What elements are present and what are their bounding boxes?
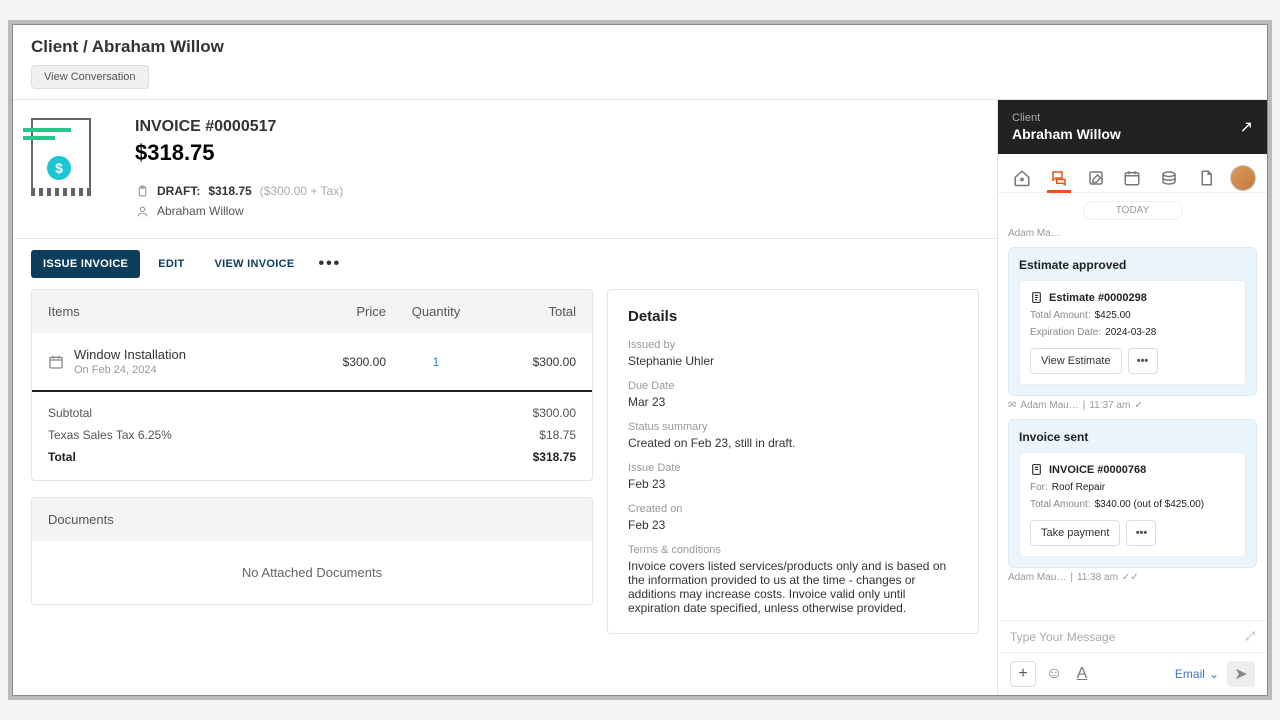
tab-home[interactable] bbox=[1008, 164, 1036, 192]
channel-select[interactable]: Email ⌄ bbox=[1175, 667, 1219, 681]
avatar bbox=[1230, 165, 1256, 191]
estimate-more-button[interactable]: ••• bbox=[1128, 348, 1158, 374]
take-payment-button[interactable]: Take payment bbox=[1030, 520, 1120, 546]
tab-avatar[interactable] bbox=[1229, 164, 1257, 192]
emoji-icon[interactable]: ☺ bbox=[1044, 665, 1064, 683]
details-title: Details bbox=[628, 308, 958, 325]
documents-empty: No Attached Documents bbox=[32, 541, 592, 604]
send-button[interactable]: ➤ bbox=[1227, 661, 1255, 687]
invoice-client-name: Abraham Willow bbox=[157, 204, 244, 218]
invoice-number: INVOICE #0000517 bbox=[135, 118, 343, 136]
invoice-icon: $ bbox=[31, 118, 103, 202]
double-check-icon: ✓✓ bbox=[1122, 572, 1139, 583]
view-conversation-button[interactable]: View Conversation bbox=[31, 65, 149, 89]
breadcrumb: Client / Abraham Willow bbox=[31, 37, 1249, 57]
check-icon: ✓ bbox=[1134, 400, 1142, 411]
invoice-status: DRAFT: bbox=[157, 184, 200, 198]
table-row[interactable]: Window Installation On Feb 24, 2024 $300… bbox=[32, 333, 592, 392]
document-icon bbox=[1030, 291, 1043, 304]
total-label: Total bbox=[48, 450, 76, 464]
invoice-amount: $318.75 bbox=[135, 140, 343, 166]
person-icon bbox=[135, 204, 149, 218]
format-icon[interactable]: A bbox=[1072, 665, 1092, 683]
item-price: $300.00 bbox=[296, 355, 386, 369]
calendar-icon bbox=[48, 354, 74, 370]
expand-icon[interactable]: ↗ bbox=[1240, 117, 1253, 137]
issue-invoice-button[interactable]: ISSUE INVOICE bbox=[31, 250, 140, 278]
more-actions-button[interactable]: ••• bbox=[312, 249, 347, 279]
estimate-number: Estimate #0000298 bbox=[1049, 292, 1147, 304]
chevron-down-icon: ⌄ bbox=[1209, 667, 1219, 681]
tab-chat[interactable] bbox=[1045, 164, 1073, 192]
edit-button[interactable]: EDIT bbox=[146, 250, 196, 278]
item-total: $300.00 bbox=[486, 355, 576, 369]
item-name: Window Installation bbox=[74, 347, 296, 362]
side-invoice-number: INVOICE #0000768 bbox=[1049, 464, 1146, 476]
today-pill: TODAY bbox=[1083, 201, 1183, 220]
invoice-card: Invoice sent INVOICE #0000768 For:Roof R… bbox=[1008, 419, 1257, 568]
total-value: $318.75 bbox=[533, 450, 576, 464]
document-icon bbox=[1030, 463, 1043, 476]
view-invoice-button[interactable]: VIEW INVOICE bbox=[202, 250, 306, 278]
tab-files[interactable] bbox=[1192, 164, 1220, 192]
item-date: On Feb 24, 2024 bbox=[74, 364, 296, 376]
side-panel-label: Client bbox=[1012, 112, 1121, 124]
message-input[interactable]: Type Your Message bbox=[1010, 630, 1115, 644]
tab-calendar[interactable] bbox=[1118, 164, 1146, 192]
clipboard-icon bbox=[135, 184, 149, 198]
expand-compose-icon[interactable]: ⤢ bbox=[1245, 629, 1255, 644]
tab-payments[interactable] bbox=[1155, 164, 1183, 192]
tab-notes[interactable] bbox=[1082, 164, 1110, 192]
email-icon: ✉ bbox=[1008, 400, 1016, 411]
items-table-header: Items Price Quantity Total bbox=[32, 290, 592, 333]
documents-header: Documents bbox=[32, 498, 592, 541]
details-panel: Details Issued by Stephanie Uhler Due Da… bbox=[607, 289, 979, 634]
conversation-panel: Client Abraham Willow ↗ TODAY Adam Ma… E… bbox=[997, 100, 1267, 695]
side-panel-client-name: Abraham Willow bbox=[1012, 126, 1121, 142]
item-qty[interactable]: 1 bbox=[386, 355, 486, 369]
estimate-card: Estimate approved Estimate #0000298 Tota… bbox=[1008, 247, 1257, 396]
view-estimate-button[interactable]: View Estimate bbox=[1030, 348, 1122, 374]
invoice-more-button[interactable]: ••• bbox=[1126, 520, 1156, 546]
attach-button[interactable]: + bbox=[1010, 661, 1036, 687]
